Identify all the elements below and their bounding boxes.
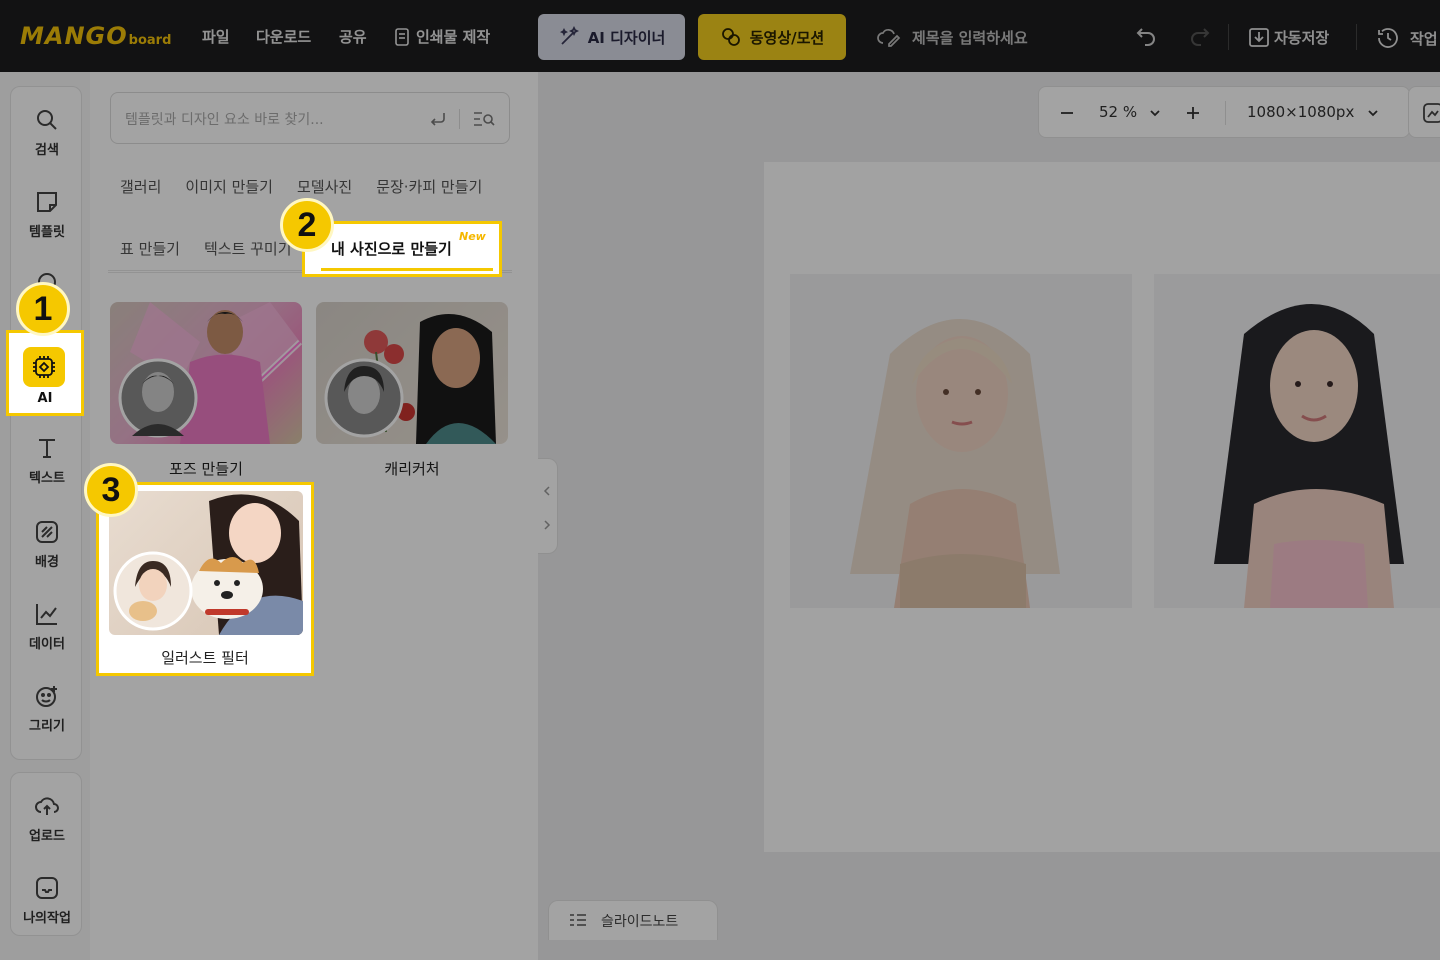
menu-file[interactable]: 파일: [202, 26, 230, 47]
ai-chip-icon: [23, 347, 65, 387]
design-page[interactable]: [764, 162, 1440, 852]
step-badge-2: 2: [280, 198, 334, 252]
top-bar: MANGO board 파일 다운로드 공유 인쇄물 제작 AI 디자이너 동영상…: [0, 0, 1440, 72]
photo-blonde-woman[interactable]: [790, 274, 1132, 608]
menu-share[interactable]: 공유: [339, 26, 367, 47]
chart-icon: [36, 604, 57, 625]
canvas-size[interactable]: 1080×1080px: [1247, 103, 1354, 121]
card-pose[interactable]: [110, 302, 302, 444]
zoom-out-icon[interactable]: [1059, 105, 1075, 121]
photo-darkhair-woman[interactable]: [1154, 274, 1440, 608]
divider: [459, 109, 460, 129]
rail-item-text[interactable]: 텍스트: [11, 435, 83, 486]
zoom-level[interactable]: 52 %: [1099, 103, 1137, 121]
magic-wand-icon: [559, 26, 579, 45]
rail-item-background[interactable]: 배경: [11, 519, 83, 570]
tab-row-1: 갤러리 이미지 만들기 모델사진 문장·카피 만들기: [120, 176, 506, 197]
rail-item-draw[interactable]: 그리기: [11, 683, 83, 734]
menu-download[interactable]: 다운로드: [256, 26, 311, 47]
card-caricature[interactable]: [316, 302, 508, 444]
canvas-side-button[interactable]: [1408, 86, 1440, 138]
tab-image-make[interactable]: 이미지 만들기: [185, 178, 273, 196]
tab-copy-make[interactable]: 문장·카피 만들기: [376, 178, 482, 196]
zoom-in-icon[interactable]: [1185, 105, 1201, 121]
rail-item-template[interactable]: 템플릿: [11, 189, 83, 240]
search-icon: [37, 110, 57, 130]
draw-icon: [36, 686, 57, 707]
print-doc-icon: [395, 27, 409, 46]
size-dropdown-icon[interactable]: [1367, 107, 1379, 119]
background-icon: [36, 521, 58, 543]
history-clock-icon: [1378, 28, 1398, 48]
history-button[interactable]: 작업: [1376, 26, 1438, 50]
rail-item-upload[interactable]: 업로드: [11, 793, 83, 844]
document-title-input[interactable]: 제목을 입력하세요: [876, 24, 1028, 50]
autosave-button[interactable]: 자동저장: [1248, 26, 1329, 48]
mangoboard-logo[interactable]: MANGO board: [20, 22, 171, 50]
step-badge-3: 3: [84, 463, 138, 517]
divider: [1228, 24, 1229, 50]
zoom-toolbar: 52 % 1080×1080px: [1038, 86, 1410, 138]
template-icon: [37, 192, 57, 212]
upload-icon: [35, 797, 59, 815]
left-rail: 검색 템플릿 텍스트 배경 데이터 그리기: [10, 86, 82, 760]
pose-thumbnail: [118, 302, 302, 444]
ai-designer-button[interactable]: AI 디자이너: [538, 14, 685, 60]
slide-note-tab[interactable]: 슬라이드노트: [548, 900, 718, 940]
image-edit-icon: [1423, 103, 1440, 123]
rail-item-data[interactable]: 데이터: [11, 601, 83, 652]
zoom-dropdown-icon[interactable]: [1149, 107, 1161, 119]
tab-model-photo[interactable]: 모델사진: [297, 178, 352, 196]
tab-gallery[interactable]: 갤러리: [120, 178, 161, 196]
illustration-thumbnail: [109, 491, 303, 635]
list-icon: [570, 914, 586, 926]
card-caricature-caption: 캐리커처: [384, 460, 440, 478]
step-badge-1: 1: [16, 282, 70, 336]
highlight-ai-rail-item[interactable]: AI: [6, 330, 84, 416]
active-tab-indicator: [321, 268, 493, 271]
video-motion-button[interactable]: 동영상/모션: [698, 14, 846, 60]
save-icon: [1249, 28, 1269, 47]
caricature-thumbnail: [324, 314, 496, 444]
card-pose-caption: 포즈 만들기: [169, 460, 243, 478]
text-icon: [39, 439, 55, 458]
collapse-chevron-icon: [543, 486, 551, 530]
my-work-icon: [36, 877, 58, 899]
new-badge: New: [459, 230, 486, 243]
menu-print[interactable]: 인쇄물 제작: [394, 26, 490, 47]
filter-search-icon[interactable]: [473, 110, 495, 128]
undo-icon[interactable]: [1134, 24, 1158, 48]
edit-cloud-icon: [877, 29, 901, 47]
tab-table-make[interactable]: 표 만들기: [120, 240, 180, 258]
redo-icon[interactable]: [1188, 24, 1212, 48]
enter-icon[interactable]: [429, 110, 447, 128]
card-illustration-filter[interactable]: 일러스트 필터: [96, 482, 314, 676]
panel-collapse-handle[interactable]: [538, 458, 558, 554]
divider: [1225, 101, 1226, 125]
tab-text-decorate[interactable]: 텍스트 꾸미기: [204, 240, 292, 258]
divider: [1356, 24, 1357, 50]
rail-item-my-work[interactable]: 나의작업: [11, 875, 83, 926]
rail-item-search[interactable]: 검색: [11, 107, 83, 158]
card-illustration-caption: 일러스트 필터: [161, 649, 249, 667]
left-rail-bottom: 업로드 나의작업: [10, 772, 82, 936]
search-input[interactable]: 템플릿과 디자인 요소 바로 찾기...: [110, 92, 510, 144]
motion-icon: [721, 28, 740, 46]
